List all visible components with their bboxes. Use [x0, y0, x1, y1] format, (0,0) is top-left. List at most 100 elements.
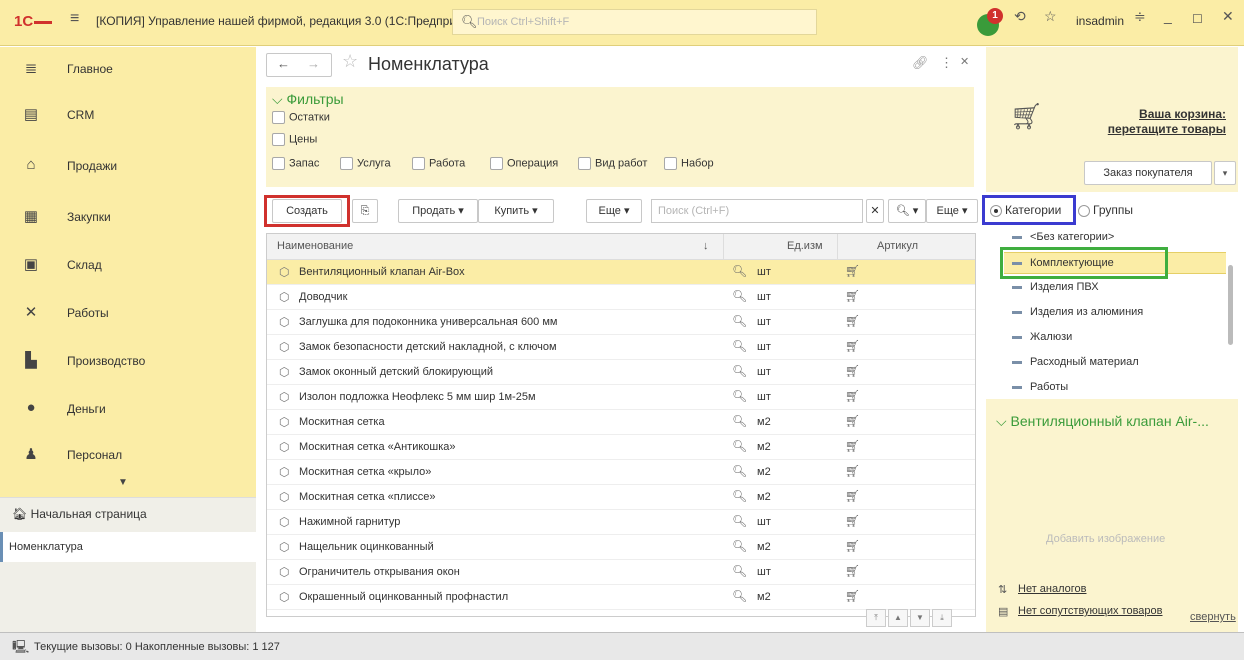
search-icon[interactable]: 🔍︎: [732, 589, 747, 603]
cart-add-icon[interactable]: 🛒︎: [845, 489, 860, 503]
favorites-star-icon[interactable]: ☆: [1044, 8, 1057, 25]
filter-stock-checkbox[interactable]: Остатки: [272, 111, 330, 127]
table-row[interactable]: ⬡ Замок безопасности детский накладной, с…: [267, 335, 975, 360]
cart-add-icon[interactable]: 🛒︎: [845, 339, 860, 353]
open-window-nomenclature[interactable]: Номенклатура: [0, 532, 256, 562]
filter-service-checkbox[interactable]: Услуга: [340, 157, 391, 173]
clear-search-icon[interactable]: ✕: [866, 199, 884, 223]
more-vert-icon[interactable]: ⋮: [940, 55, 953, 71]
global-search-input[interactable]: 🔍︎ Поиск Ctrl+Shift+F: [452, 9, 817, 35]
search-icon[interactable]: 🔍︎: [732, 389, 747, 403]
app-logo[interactable]: 1С: [14, 13, 53, 30]
cart-add-icon[interactable]: 🛒︎: [845, 564, 860, 578]
search-icon[interactable]: 🔍︎: [732, 439, 747, 453]
cart-add-icon[interactable]: 🛒︎: [845, 439, 860, 453]
favorite-star-icon[interactable]: ☆: [342, 51, 358, 72]
table-row[interactable]: ⬡ Нащельник оцинкованный 🔍︎ м2 🛒︎: [267, 535, 975, 560]
sidebar-item-money[interactable]: ● Деньги: [0, 387, 256, 433]
cart-add-icon[interactable]: 🛒︎: [845, 514, 860, 528]
forward-arrow-icon[interactable]: →: [307, 56, 320, 71]
table-row[interactable]: ⬡ Изолон подложка Неофлекс 5 мм шир 1м-25…: [267, 385, 975, 410]
close-icon[interactable]: ✕: [1222, 8, 1234, 25]
search-icon[interactable]: 🔍︎: [732, 364, 747, 378]
scroll-top-icon[interactable]: ⤒: [866, 609, 886, 627]
sidebar-item-main[interactable]: ≣ Главное: [0, 47, 256, 93]
home-page-link[interactable]: 🏠︎ Начальная страница: [0, 498, 256, 530]
radio-categories[interactable]: Категории: [990, 203, 1061, 217]
cart-add-icon[interactable]: 🛒︎: [845, 264, 860, 278]
radio-groups[interactable]: Группы: [1078, 203, 1133, 217]
cart-add-icon[interactable]: 🛒︎: [845, 539, 860, 553]
table-row[interactable]: ⬡ Доводчик 🔍︎ шт 🛒︎: [267, 285, 975, 310]
table-row[interactable]: ⬡ Заглушка для подоконника универсальная …: [267, 310, 975, 335]
settings-menu-icon[interactable]: ≑: [1134, 8, 1146, 25]
link-icon[interactable]: 🔗︎: [912, 55, 929, 71]
table-row[interactable]: ⬡ Нажимной гарнитур 🔍︎ шт 🛒︎: [267, 510, 975, 535]
cart-link[interactable]: Ваша корзина: перетащите товары: [1086, 107, 1226, 137]
filter-prices-checkbox[interactable]: Цены: [272, 133, 317, 149]
buy-button[interactable]: Купить ▾: [478, 199, 554, 223]
cart-add-icon[interactable]: 🛒︎: [845, 314, 860, 328]
column-article-header[interactable]: Артикул: [877, 240, 918, 252]
more2-button[interactable]: Еще ▾: [926, 199, 978, 223]
customer-order-button[interactable]: Заказ покупателя: [1084, 161, 1212, 185]
table-row[interactable]: ⬡ Москитная сетка «плиссе» 🔍︎ м2 🛒︎: [267, 485, 975, 510]
search-icon[interactable]: 🔍︎: [732, 414, 747, 428]
scroll-bottom-icon[interactable]: ⤓: [932, 609, 952, 627]
search-options-button[interactable]: 🔍︎ ▾: [888, 199, 926, 223]
column-unit-header[interactable]: Ед.изм: [787, 240, 823, 252]
table-row[interactable]: ⬡ Вентиляционный клапан Air-Box 🔍︎ шт 🛒︎: [267, 260, 975, 285]
sidebar-item-personnel[interactable]: ♟ Персонал: [0, 433, 256, 479]
sidebar-item-crm[interactable]: ▤ CRM: [0, 93, 256, 139]
search-icon[interactable]: 🔍︎: [732, 289, 747, 303]
sidebar-item-warehouse[interactable]: ▣ Склад: [0, 243, 256, 289]
search-icon[interactable]: 🔍︎: [732, 564, 747, 578]
detail-title[interactable]: ⌵ Вентиляционный клапан Air-...: [996, 413, 1209, 430]
filter-work-checkbox[interactable]: Работа: [412, 157, 465, 173]
create-button[interactable]: Создать: [272, 199, 342, 223]
close-form-icon[interactable]: ✕: [960, 55, 969, 68]
sort-arrow-icon[interactable]: ↓: [703, 240, 709, 252]
notifications-icon[interactable]: 1: [975, 8, 1003, 36]
search-icon[interactable]: 🔍︎: [732, 314, 747, 328]
table-row[interactable]: ⬡ Окрашенный оцинкованный профнастил 🔍︎ м2 🛒…: [267, 585, 975, 610]
add-image-placeholder[interactable]: Добавить изображение: [1046, 533, 1165, 545]
cart-add-icon[interactable]: 🛒︎: [845, 464, 860, 478]
search-icon[interactable]: 🔍︎: [732, 339, 747, 353]
list-item[interactable]: Расходный материал: [986, 350, 1226, 375]
no-analogs-link[interactable]: Нет аналогов: [1018, 583, 1087, 595]
main-menu-icon[interactable]: ≡: [70, 10, 79, 28]
table-row[interactable]: ⬡ Замок оконный детский блокирующий 🔍︎ шт 🛒︎: [267, 360, 975, 385]
table-row[interactable]: ⬡ Ограничитель открывания окон 🔍︎ шт 🛒︎: [267, 560, 975, 585]
filter-operation-checkbox[interactable]: Операция: [490, 157, 558, 173]
cart-add-icon[interactable]: 🛒︎: [845, 364, 860, 378]
list-item[interactable]: Работы: [986, 375, 1226, 392]
sidebar-item-sales[interactable]: ⌂ Продажи: [0, 144, 256, 190]
cart-add-icon[interactable]: 🛒︎: [845, 589, 860, 603]
sidebar-item-works[interactable]: ✕ Работы: [0, 291, 256, 337]
sidebar-item-purchases[interactable]: ▦ Закупки: [0, 195, 256, 241]
scroll-up-icon[interactable]: ▲: [888, 609, 908, 627]
cart-add-icon[interactable]: 🛒︎: [845, 414, 860, 428]
filter-set-checkbox[interactable]: Набор: [664, 157, 714, 173]
sell-button[interactable]: Продать ▾: [398, 199, 478, 223]
search-icon[interactable]: 🔍︎: [732, 264, 747, 278]
table-row[interactable]: ⬡ Москитная сетка «крыло» 🔍︎ м2 🛒︎: [267, 460, 975, 485]
chevron-down-icon[interactable]: ▾: [1214, 161, 1236, 185]
maximize-icon[interactable]: ☐: [1192, 12, 1203, 26]
column-name-header[interactable]: Наименование: [277, 240, 353, 252]
filters-title[interactable]: ⌵ Фильтры: [272, 91, 344, 108]
list-item[interactable]: Изделия из алюминия: [986, 300, 1226, 325]
categories-scrollbar[interactable]: [1228, 225, 1234, 392]
copy-doc-icon[interactable]: ⎘: [352, 199, 378, 223]
collapse-link[interactable]: свернуть: [1190, 611, 1236, 623]
no-related-link[interactable]: Нет сопутствующих товаров: [1018, 605, 1163, 617]
sidebar-item-production[interactable]: ▙ Производство: [0, 339, 256, 385]
cart-add-icon[interactable]: 🛒︎: [845, 289, 860, 303]
search-icon[interactable]: 🔍︎: [732, 464, 747, 478]
more-button[interactable]: Еще ▾: [586, 199, 642, 223]
filter-work-kind-checkbox[interactable]: Вид работ: [578, 157, 647, 173]
cart-add-icon[interactable]: 🛒︎: [845, 389, 860, 403]
list-item[interactable]: Жалюзи: [986, 325, 1226, 350]
table-row[interactable]: ⬡ Москитная сетка 🔍︎ м2 🛒︎: [267, 410, 975, 435]
